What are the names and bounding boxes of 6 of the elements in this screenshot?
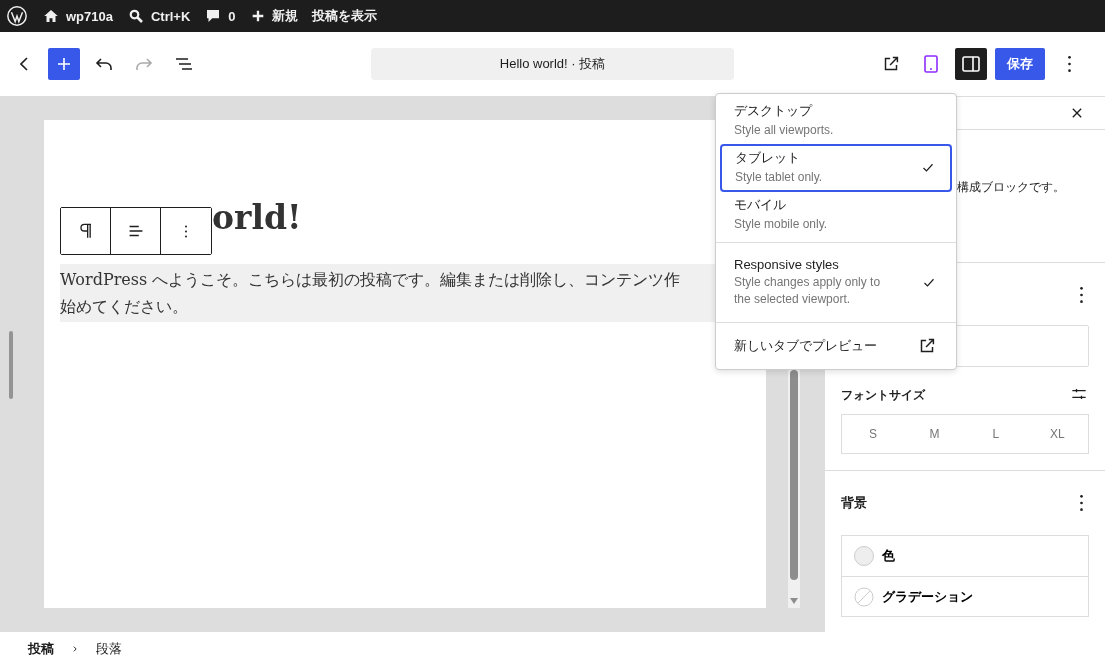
section-title: 背景 [841,494,868,512]
font-size-label: フォントサイズ [841,387,926,404]
paragraph-text: 始めてください。 [60,296,188,318]
post-heading: orld! [212,197,302,239]
paragraph-text: WordPress へようこそ。こちらは最初の投稿です。編集または削除し、コンテンツ作 [60,269,681,291]
block-description: 構成ブロックです。 [956,179,1067,196]
